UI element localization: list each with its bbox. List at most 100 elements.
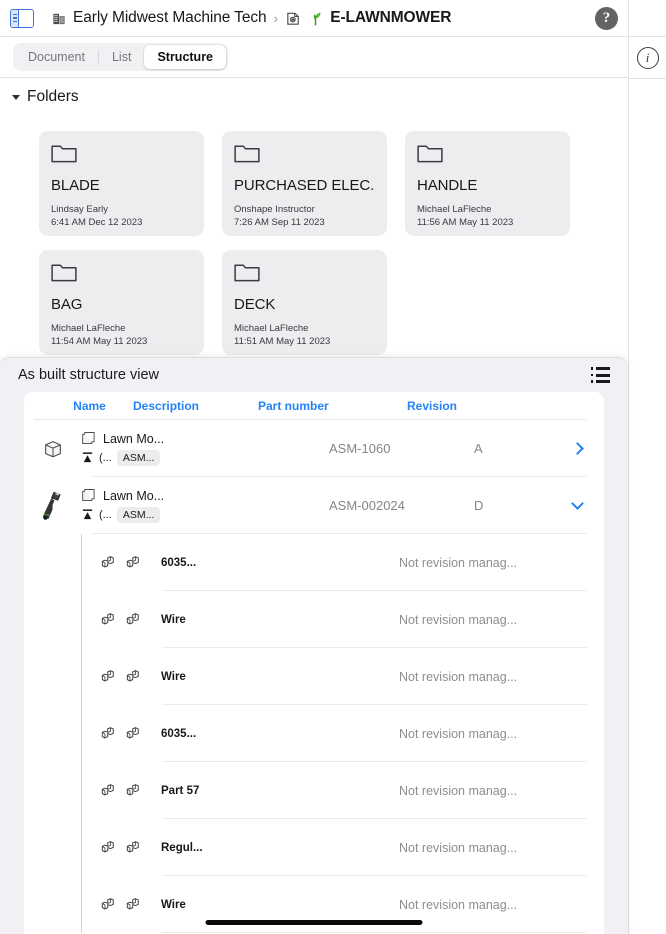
- child-row-icons: [81, 591, 161, 648]
- folder-card-name: PURCHASED ELEC...: [234, 177, 375, 194]
- tree-guide-line: [81, 762, 82, 819]
- table-row[interactable]: 6035... Not revision manag...: [24, 534, 604, 591]
- row-revision: A: [474, 441, 483, 456]
- part-icon: [101, 726, 115, 741]
- table-row[interactable]: Lawn Mo... (... ASM... ASM-1060 A: [24, 420, 604, 477]
- folder-card-author: Michael LaFleche: [51, 323, 126, 334]
- row-name: Wire: [161, 613, 186, 626]
- folder-card-author: Lindsay Early: [51, 204, 109, 215]
- folder-icon: [417, 142, 443, 163]
- breadcrumb-separator: ›: [273, 10, 279, 26]
- row-name: 6035...: [161, 727, 197, 740]
- folder-grid: BLADE Lindsay Early 6:41 AM Dec 12 2023 PUR…: [0, 110, 628, 355]
- row-chip: ASM...: [116, 450, 161, 466]
- folder-icon: [234, 261, 260, 282]
- tab-strip: Document List Structure: [0, 37, 628, 78]
- folder-icon: [51, 261, 77, 282]
- row-revision: Not revision manag...: [399, 897, 518, 912]
- table-row[interactable]: Lawn Mo... (... ASM... ASM-002024 D: [24, 477, 604, 534]
- breadcrumb-item-document[interactable]: E-LAWNMOWER: [285, 9, 451, 27]
- folder-card[interactable]: BAG Michael LaFleche 11:54 AM May 11 2023: [39, 250, 204, 355]
- child-row-icons: [81, 705, 161, 762]
- assembly-icon: [81, 431, 96, 446]
- part-icon: [101, 840, 115, 855]
- folder-card[interactable]: BLADE Lindsay Early 6:41 AM Dec 12 2023: [39, 131, 204, 236]
- right-rail-top-segment: [629, 0, 666, 37]
- table-row[interactable]: Regul... Not revision manag...: [24, 819, 604, 876]
- folder-card-timestamp: 7:26 AM Sep 11 2023: [234, 217, 325, 228]
- folder-card[interactable]: DECK Michael LaFleche 11:51 AM May 11 2023: [222, 250, 387, 355]
- folder-card-author: Onshape Instructor: [234, 204, 315, 215]
- folder-icon: [51, 142, 77, 163]
- row-expand-toggle[interactable]: [564, 420, 604, 477]
- row-part-number: ASM-1060: [329, 441, 391, 456]
- table-body: Lawn Mo... (... ASM... ASM-1060 A Lawn Mo... (…: [24, 420, 604, 933]
- column-header-name[interactable]: Name: [61, 399, 118, 413]
- row-subtext: (...: [99, 509, 112, 521]
- tree-guide-line: [81, 705, 82, 762]
- folder-card-timestamp: 11:51 AM May 11 2023: [234, 336, 331, 347]
- child-row-icons: [81, 876, 161, 933]
- row-revision: Not revision manag...: [399, 783, 518, 798]
- folder-card-author: Michael LaFleche: [234, 323, 309, 334]
- tree-guide-line: [81, 534, 82, 591]
- info-circle-icon[interactable]: i: [636, 46, 659, 69]
- sidebar-panel-icon[interactable]: [10, 8, 34, 28]
- part-icon: [101, 669, 115, 684]
- tab-document[interactable]: Document: [15, 45, 98, 69]
- child-row-icons: [81, 819, 161, 876]
- table-row[interactable]: Wire Not revision manag...: [24, 591, 604, 648]
- row-expand-toggle[interactable]: [564, 477, 604, 534]
- row-revision: Not revision manag...: [399, 669, 518, 684]
- folder-card-name: BLADE: [51, 177, 100, 194]
- row-description: [209, 420, 329, 477]
- tab-list[interactable]: List: [99, 45, 144, 69]
- breadcrumb-item-company[interactable]: Early Midwest Machine Tech: [52, 9, 267, 27]
- as-built-structure-sheet: As built structure view Name Description…: [0, 357, 628, 934]
- tab-structure[interactable]: Structure: [144, 45, 227, 69]
- part-icon: [101, 555, 115, 570]
- part-icon: [126, 783, 140, 798]
- chevron-right-icon[interactable]: [571, 442, 584, 455]
- row-revision: D: [474, 498, 484, 513]
- row-name: Lawn Mo...: [103, 488, 165, 503]
- cube-thumbnail-icon: [42, 438, 64, 460]
- row-part-number: ASM-002024: [329, 498, 405, 513]
- building-icon: [52, 11, 67, 26]
- sheet-title: As built structure view: [18, 367, 160, 383]
- part-icon: [126, 612, 140, 627]
- folder-card-icon: [234, 261, 375, 287]
- assembly-icon: [81, 488, 96, 503]
- column-header-part-number[interactable]: Part number: [248, 399, 383, 413]
- tree-guide-line: [81, 648, 82, 705]
- chevron-down-icon[interactable]: [571, 497, 584, 510]
- row-subtext: (...: [99, 452, 112, 464]
- revision-marker-icon: [81, 451, 94, 465]
- folders-section-title: Folders: [27, 88, 79, 105]
- list-icon[interactable]: [590, 367, 610, 383]
- sidebar-panel-icon-right: [19, 9, 33, 27]
- part-icon: [126, 897, 140, 912]
- folder-card[interactable]: HANDLE Michael LaFleche 11:56 AM May 11 20…: [405, 131, 570, 236]
- row-separator: [162, 932, 587, 933]
- folder-card[interactable]: PURCHASED ELEC... Onshape Instructor 7:26 …: [222, 131, 387, 236]
- folder-card-author: Michael LaFleche: [417, 204, 492, 215]
- folder-card-name: HANDLE: [417, 177, 478, 194]
- folders-section-header[interactable]: Folders: [0, 78, 628, 110]
- table-row[interactable]: Part 57 Not revision manag...: [24, 762, 604, 819]
- tree-guide-line: [81, 876, 82, 933]
- row-name-cell: Lawn Mo... (... ASM...: [81, 477, 209, 534]
- folder-card-name: BAG: [51, 296, 83, 313]
- part-icon: [101, 783, 115, 798]
- help-circle-icon[interactable]: ?: [595, 7, 618, 30]
- tree-guide-line: [81, 819, 82, 876]
- folder-card-timestamp: 11:56 AM May 11 2023: [417, 217, 514, 228]
- part-icon: [126, 840, 140, 855]
- folder-card-name: DECK: [234, 296, 276, 313]
- column-header-description[interactable]: Description: [118, 399, 248, 413]
- table-row[interactable]: Wire Not revision manag...: [24, 648, 604, 705]
- table-row[interactable]: 6035... Not revision manag...: [24, 705, 604, 762]
- row-thumbnail: [24, 477, 81, 534]
- folder-card-icon: [51, 261, 192, 287]
- column-header-revision[interactable]: Revision: [383, 399, 483, 413]
